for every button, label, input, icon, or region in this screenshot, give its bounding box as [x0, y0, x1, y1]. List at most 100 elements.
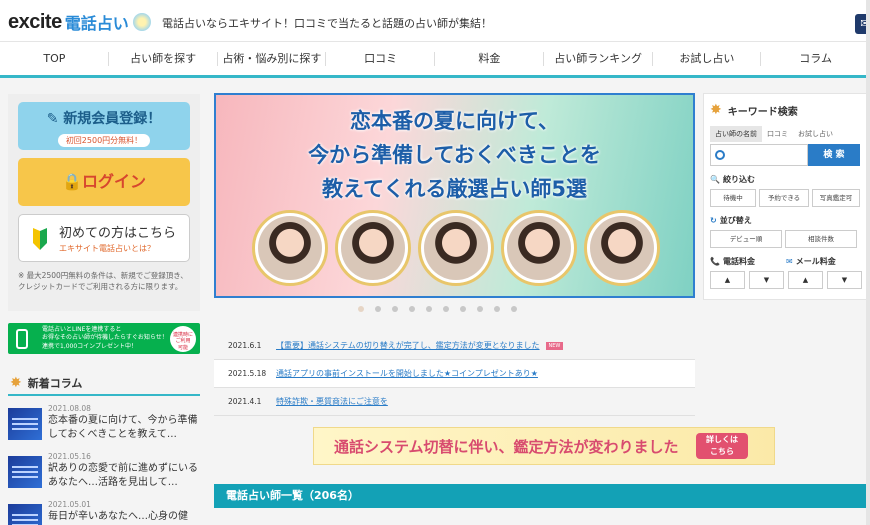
mail-fee-label: メール料金	[795, 257, 836, 266]
carousel-dot[interactable]	[443, 306, 449, 312]
nav-pricing[interactable]: 料金	[435, 42, 544, 75]
nav-reviews[interactable]: 口コミ	[326, 42, 435, 75]
nav-column[interactable]: コラム	[761, 42, 870, 75]
news-title[interactable]: 【重要】通話システムの切り替えが完了し、鑑定方法が変更となりました	[276, 340, 540, 351]
news-title[interactable]: 通話アプリの事前インストールを開始しました★コインプレゼントあり★	[276, 368, 538, 379]
news-list: 2021.6.1 【重要】通話システムの切り替えが完了し、鑑定方法が変更となりま…	[214, 332, 695, 416]
mail-icon: ✉	[786, 257, 793, 266]
login-button[interactable]: 🔒ログイン	[18, 158, 190, 206]
member-panel: ✎ 新規会員登録！ 初回2500円分無料！ 🔒ログイン 初めての方はこちら エキ…	[8, 94, 200, 311]
news-date: 2021.5.18	[228, 369, 267, 378]
carousel-dots	[358, 306, 517, 312]
column-title: 訳ありの恋愛で前に進めずにいるあなたへ…活路を見出して…	[48, 463, 198, 488]
mail-fee-up-button[interactable]: ▲	[788, 271, 823, 289]
nav-by-method[interactable]: 占術・悩み別に探す	[218, 42, 327, 75]
mail-fee-down-button[interactable]: ▼	[827, 271, 862, 289]
logo-excite: excite	[8, 10, 62, 33]
search-button[interactable]: 検 索	[808, 144, 860, 166]
news-item[interactable]: 2021.4.1 特殊詐欺・悪質商法にご注意を	[214, 388, 695, 416]
register-button[interactable]: ✎ 新規会員登録！ 初回2500円分無料！	[18, 102, 190, 150]
carousel-dot[interactable]	[392, 306, 398, 312]
fortune-teller-portrait	[584, 210, 660, 286]
fortune-teller-portrait	[252, 210, 328, 286]
lock-icon: 🔒	[62, 172, 82, 191]
free-offer-note: ※ 最大2500円無料の条件は、新規でご登録頂き、クレジットカードでご利用される…	[18, 271, 188, 292]
news-item[interactable]: 2021.5.18 通話アプリの事前インストールを開始しました★コインプレゼント…	[214, 360, 695, 388]
phone-fee-label: 電話料金	[722, 257, 755, 266]
column-item[interactable]: 2021.05.01 毎日が辛いあなたへ…心身の健	[8, 500, 200, 525]
line-link-banner[interactable]: 電話占いとLINEを連携すると お得なその占い師が待機したらすぐお知らせ！ 連携…	[8, 323, 200, 354]
new-badge: NEW	[545, 341, 564, 350]
carousel-dot[interactable]	[494, 306, 500, 312]
tab-trial[interactable]: お試し占い	[793, 126, 838, 142]
keyword-search-panel: ✸ キーワード検索 占い師の名前 口コミ お試し占い 検 索 🔍 絞り込む 待機中…	[703, 93, 869, 300]
news-date: 2021.4.1	[228, 397, 262, 406]
new-columns-heading: ✸ 新着コラム	[8, 372, 200, 396]
first-time-button[interactable]: 初めての方はこちら エキサイト電話占いとは？	[18, 214, 190, 262]
sun-star-icon: ✸	[10, 375, 22, 391]
sort-debut[interactable]: デビュー順	[710, 230, 782, 248]
narrow-label: 絞り込む	[722, 175, 755, 184]
nav-find-fortune-teller[interactable]: 占い師を探す	[109, 42, 218, 75]
line-badge: 連携時に ご利用 可能	[170, 325, 196, 352]
feature-banner[interactable]: 恋本番の夏に向けて、 今から準備しておくべきことを 教えてくれる厳選占い師5選	[214, 93, 695, 298]
column-item[interactable]: 2021.05.16 訳ありの恋愛で前に進めずにいるあなたへ…活路を見出して…	[8, 452, 200, 500]
phone-fee-down-button[interactable]: ▼	[749, 271, 784, 289]
refresh-icon: ↻	[710, 216, 717, 225]
system-change-banner[interactable]: 通話システム切替に伴い、鑑定方法が変わりました 詳しくは こちら	[313, 427, 775, 465]
line-banner-text: 電話占いとLINEを連携すると お得なその占い師が待機したらすぐお知らせ！ 連携…	[42, 325, 168, 350]
keyword-heading: キーワード検索	[727, 106, 798, 118]
first-time-label: 初めての方はこちら	[59, 226, 177, 241]
filter-photo-reading[interactable]: 写真鑑定可	[812, 189, 860, 207]
column-item[interactable]: 2021.08.08 恋本番の夏に向けて、今から準備しておくべきことを教えて…	[8, 404, 200, 452]
carousel-dot[interactable]	[426, 306, 432, 312]
phone-fee-up-button[interactable]: ▲	[710, 271, 745, 289]
carousel-dot[interactable]	[409, 306, 415, 312]
fortune-teller-portrait	[335, 210, 411, 286]
header-tagline: 電話占いならエキサイト！口コミで当たると話題の占い師が集結！	[162, 17, 492, 30]
banner-line-1: 恋本番の夏に向けて、	[350, 109, 559, 133]
column-date: 2021.05.01	[48, 500, 91, 509]
register-sub: 初回2500円分無料！	[57, 134, 151, 147]
column-thumbnail	[8, 504, 42, 525]
column-thumbnail	[8, 408, 42, 440]
nav-trial[interactable]: お試し占い	[653, 42, 762, 75]
fortune-teller-portrait	[501, 210, 577, 286]
nav-top[interactable]: TOP	[0, 42, 109, 75]
sun-star-icon: ✸	[710, 102, 722, 118]
carousel-dot[interactable]	[511, 306, 517, 312]
news-title[interactable]: 特殊詐欺・悪質商法にご注意を	[276, 396, 388, 407]
site-logo[interactable]: excite 電話占い	[8, 8, 151, 36]
register-label: 新規会員登録！	[63, 111, 162, 127]
nav-ranking[interactable]: 占い師ランキング	[544, 42, 653, 75]
first-time-sub: エキサイト電話占いとは？	[59, 244, 155, 253]
tab-reviews[interactable]: 口コミ	[762, 126, 793, 142]
news-item[interactable]: 2021.6.1 【重要】通話システムの切り替えが完了し、鑑定方法が変更となりま…	[214, 332, 695, 360]
keyword-input[interactable]	[710, 144, 808, 166]
news-date: 2021.6.1	[228, 341, 262, 350]
phone-icon: 📞	[710, 257, 720, 266]
page-scrollbar[interactable]	[866, 0, 870, 525]
fortune-teller-portrait	[418, 210, 494, 286]
beginner-leaf-icon	[33, 228, 47, 250]
tab-fortune-teller-name[interactable]: 占い師の名前	[710, 126, 762, 142]
banner-line-3: 教えてくれる厳選占い師5選	[322, 177, 587, 201]
carousel-dot[interactable]	[477, 306, 483, 312]
column-title: 毎日が辛いあなたへ…心身の健	[48, 511, 188, 522]
carousel-dot[interactable]	[460, 306, 466, 312]
banner-line-2: 今から準備しておくべきことを	[308, 143, 601, 167]
system-banner-text: 通話システム切替に伴い、鑑定方法が変わりました	[334, 437, 679, 456]
carousel-dot[interactable]	[375, 306, 381, 312]
logo-service: 電話占い	[64, 14, 129, 33]
filter-waiting[interactable]: 待機中	[710, 189, 756, 207]
details-button[interactable]: 詳しくは こちら	[696, 433, 748, 459]
new-columns-title: 新着コラム	[27, 377, 83, 390]
filter-reservable[interactable]: 予約できる	[759, 189, 809, 207]
site-header: excite 電話占い 電話占いならエキサイト！口コミで当たると話題の占い師が集…	[0, 0, 870, 42]
edit-icon: ✎	[46, 111, 64, 127]
sort-label: 並び替え	[719, 216, 752, 225]
carousel-dot[interactable]	[358, 306, 364, 312]
fortune-teller-list-heading: 電話占い師一覧（206名）	[214, 484, 866, 508]
sort-consultations[interactable]: 相談件数	[785, 230, 857, 248]
column-thumbnail	[8, 456, 42, 488]
